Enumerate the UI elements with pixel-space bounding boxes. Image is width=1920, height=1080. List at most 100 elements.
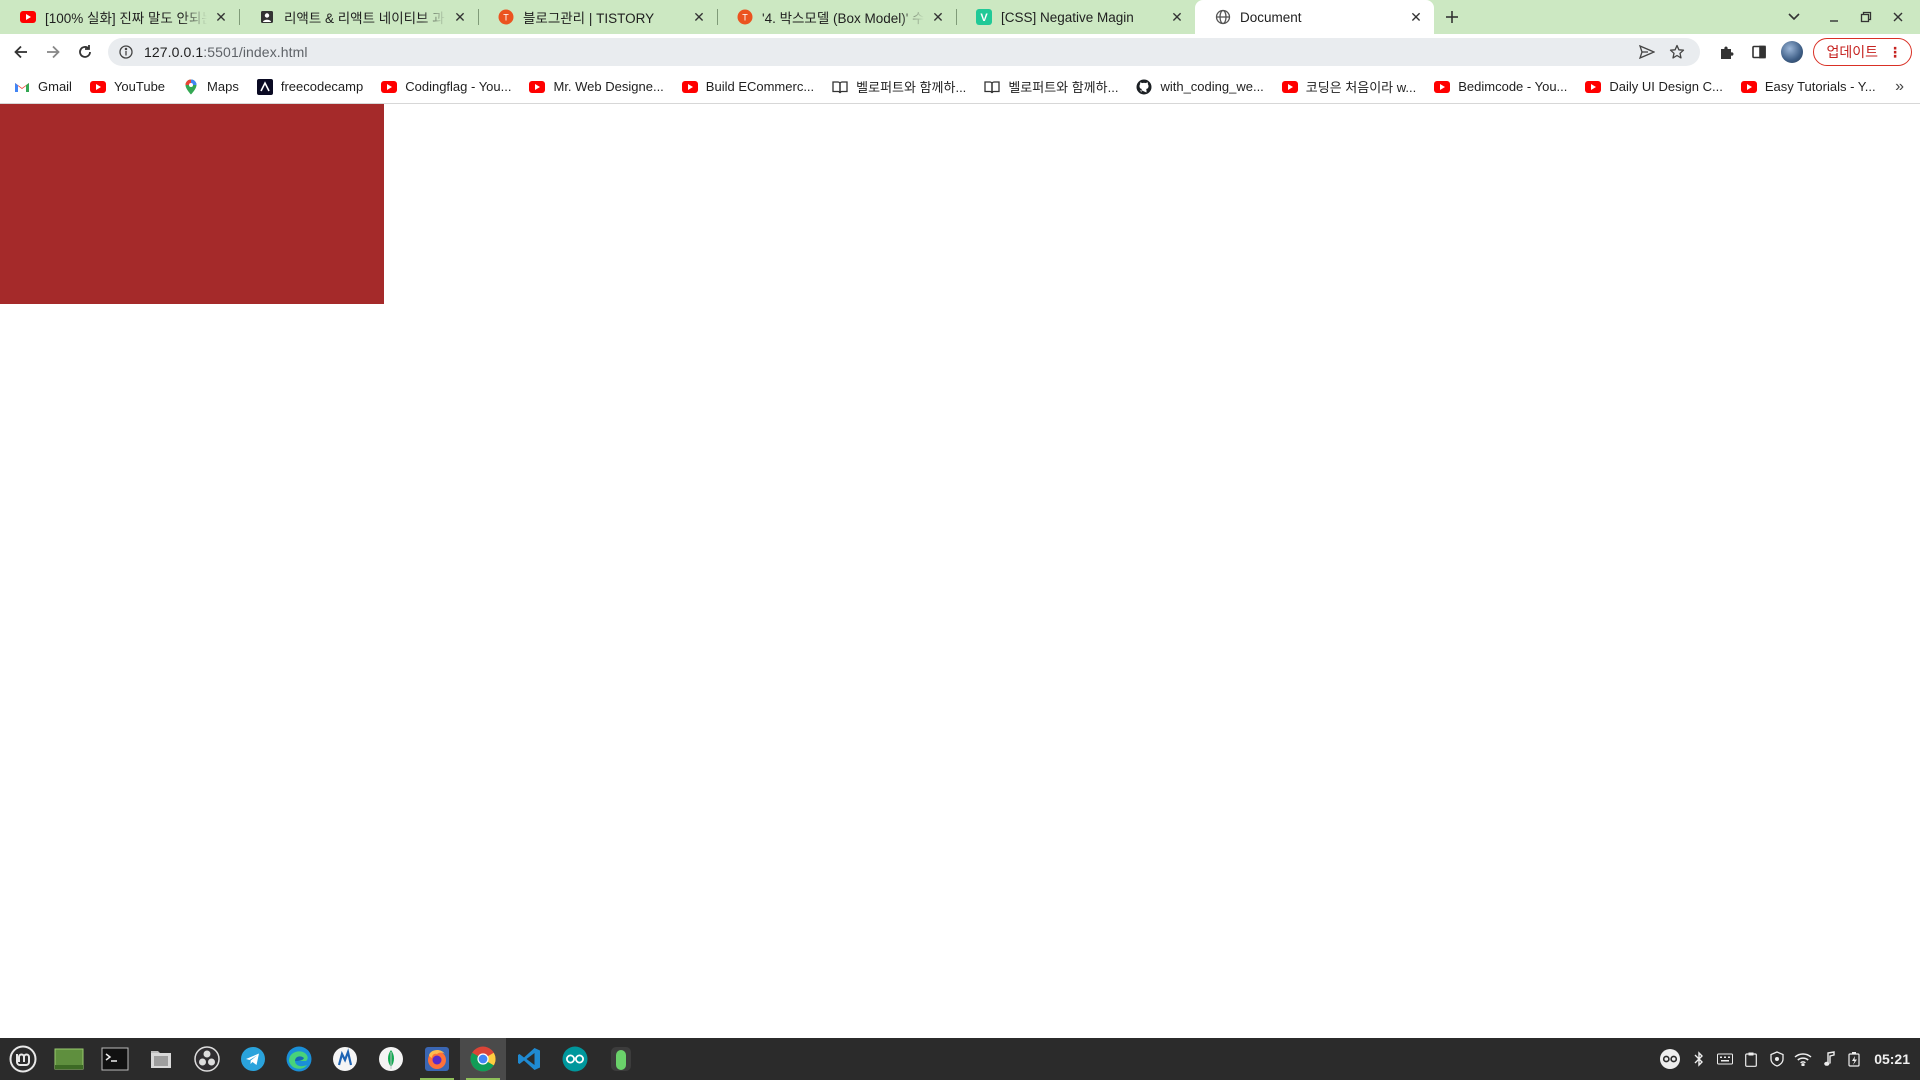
- bookmark-daily-ui-design[interactable]: Daily UI Design C...: [1583, 74, 1730, 100]
- tray-bluetooth[interactable]: [1686, 1038, 1712, 1080]
- tab-0[interactable]: [100% 실화] 진짜 말도 안되는 인 ✕: [0, 0, 239, 34]
- window-close-button[interactable]: [1882, 0, 1914, 34]
- tabs: [100% 실화] 진짜 말도 안되는 인 ✕ 리액트 & 리액트 네이티브 과…: [0, 0, 1434, 34]
- side-panel-icon: [1752, 45, 1767, 59]
- taskbar-mypaint[interactable]: [322, 1038, 368, 1080]
- browser-toolbar: 127.0.0.1:5501/index.html 업데이트 ⋮: [0, 34, 1920, 70]
- tab-title: [100% 실화] 진짜 말도 안되는 인: [45, 11, 207, 26]
- tray-arduino[interactable]: [1654, 1038, 1686, 1080]
- tab-1[interactable]: 리액트 & 리액트 네이티브 과정 § ✕: [239, 0, 478, 34]
- forward-button[interactable]: [37, 36, 69, 68]
- github-icon: [1136, 79, 1152, 95]
- side-panel-button[interactable]: [1743, 36, 1775, 68]
- velog-icon: V: [976, 9, 992, 25]
- close-icon[interactable]: ✕: [930, 9, 946, 25]
- taskbar-vscode[interactable]: [506, 1038, 552, 1080]
- bookmark-star-button[interactable]: [1662, 38, 1692, 66]
- bookmark-coding-first[interactable]: 코딩은 처음이라 w...: [1280, 74, 1424, 100]
- telegram-icon: [241, 1047, 265, 1071]
- youtube-icon: [1434, 79, 1451, 95]
- tray-battery[interactable]: [1842, 1038, 1868, 1080]
- back-button[interactable]: [5, 36, 37, 68]
- taskbar-android[interactable]: [598, 1038, 644, 1080]
- bookmark-with-coding-we[interactable]: with_coding_we...: [1134, 74, 1271, 100]
- red-box: [0, 104, 384, 304]
- page-viewport: [0, 104, 1920, 1038]
- shield-icon: [1770, 1051, 1784, 1067]
- address-bar[interactable]: 127.0.0.1:5501/index.html: [108, 38, 1700, 66]
- start-menu-button[interactable]: [0, 1038, 46, 1080]
- taskbar-chrome[interactable]: [460, 1038, 506, 1080]
- bookmark-freecodecamp[interactable]: freecodecamp: [255, 74, 371, 100]
- tistory-icon: T: [737, 9, 753, 25]
- tab-title: Document: [1240, 9, 1302, 25]
- close-icon[interactable]: ✕: [213, 9, 229, 25]
- obs-icon: [194, 1046, 220, 1072]
- taskbar-files[interactable]: [138, 1038, 184, 1080]
- bookmark-velopert-2[interactable]: 벨로퍼트와 함께하...: [982, 74, 1126, 100]
- taskbar-mongodb[interactable]: [368, 1038, 414, 1080]
- taskbar-show-desktop[interactable]: [46, 1038, 92, 1080]
- tab-2[interactable]: T 블로그관리 | TISTORY ✕: [478, 0, 717, 34]
- update-label: 업데이트: [1826, 44, 1878, 60]
- tray-clipboard[interactable]: [1738, 1038, 1764, 1080]
- bookmark-bedimcode[interactable]: Bedimcode - You...: [1432, 74, 1575, 100]
- taskbar-arduino[interactable]: [552, 1038, 598, 1080]
- bookmarks-overflow-button[interactable]: »: [1895, 74, 1904, 100]
- arrow-right-icon: [47, 45, 60, 59]
- youtube-icon: [529, 79, 546, 95]
- minimize-button[interactable]: [1818, 0, 1850, 34]
- bookmarks-bar: Gmail YouTube Maps freecodecamp Codingfl…: [0, 70, 1920, 104]
- bookmark-maps[interactable]: Maps: [181, 74, 247, 100]
- url-text[interactable]: 127.0.0.1:5501/index.html: [144, 44, 1632, 60]
- send-tab-button[interactable]: [1632, 38, 1662, 66]
- bookmark-label: Codingflag - You...: [405, 79, 512, 94]
- terminal-icon: [101, 1047, 129, 1071]
- edge-icon: [286, 1046, 312, 1072]
- close-icon[interactable]: ✕: [1169, 9, 1185, 25]
- folder-icon: [151, 1051, 171, 1068]
- youtube-icon: [681, 79, 698, 95]
- svg-text:T: T: [503, 13, 509, 23]
- close-icon[interactable]: ✕: [691, 9, 707, 25]
- book-icon: [832, 79, 848, 95]
- close-icon[interactable]: ✕: [452, 9, 468, 25]
- url-host: 127.0.0.1: [144, 44, 204, 60]
- reload-button[interactable]: [69, 36, 101, 68]
- tray-shield[interactable]: [1764, 1038, 1790, 1080]
- bookmark-label: Easy Tutorials - Y...: [1764, 79, 1876, 94]
- bookmark-build-ecommerce[interactable]: Build ECommerc...: [680, 74, 822, 100]
- taskbar-telegram[interactable]: [230, 1038, 276, 1080]
- taskbar-terminal[interactable]: [92, 1038, 138, 1080]
- bookmark-easy-tutorials[interactable]: Easy Tutorials - Y...: [1739, 74, 1884, 100]
- taskbar-clock[interactable]: 05:21: [1874, 1051, 1910, 1067]
- tray-wifi[interactable]: [1790, 1038, 1816, 1080]
- update-button[interactable]: 업데이트 ⋮: [1813, 38, 1912, 66]
- android-icon: [611, 1047, 631, 1071]
- avatar[interactable]: [1781, 41, 1804, 63]
- plus-icon: [1446, 11, 1458, 23]
- taskbar-obs[interactable]: [184, 1038, 230, 1080]
- bookmark-gmail[interactable]: Gmail: [12, 74, 80, 100]
- close-icon: [1893, 12, 1903, 22]
- tab-5[interactable]: Document ✕: [1195, 0, 1434, 34]
- bookmark-codingflag[interactable]: Codingflag - You...: [379, 74, 519, 100]
- tray-sound[interactable]: [1816, 1038, 1842, 1080]
- extensions-button[interactable]: [1711, 36, 1743, 68]
- close-icon[interactable]: ✕: [1408, 9, 1424, 25]
- bookmark-velopert-1[interactable]: 벨로퍼트와 함께하...: [830, 74, 974, 100]
- tray-keyboard[interactable]: [1712, 1038, 1738, 1080]
- youtube-icon: [20, 9, 36, 25]
- new-tab-button[interactable]: [1434, 0, 1470, 34]
- tab-search-button[interactable]: [1778, 0, 1810, 34]
- taskbar-firefox[interactable]: [414, 1038, 460, 1080]
- tab-strip: [100% 실화] 진짜 말도 안되는 인 ✕ 리액트 & 리액트 네이티브 과…: [0, 0, 1920, 34]
- tab-3[interactable]: T '4. 박스모델 (Box Model)' 수정형 ✕: [717, 0, 956, 34]
- taskbar-edge[interactable]: [276, 1038, 322, 1080]
- tab-4[interactable]: V [CSS] Negative Magin ✕: [956, 0, 1195, 34]
- restore-button[interactable]: [1850, 0, 1882, 34]
- os-taskbar: 05:21: [0, 1038, 1920, 1080]
- bookmark-youtube[interactable]: YouTube: [88, 74, 173, 100]
- bookmark-mr-web-designer[interactable]: Mr. Web Designe...: [527, 74, 671, 100]
- site-info-icon[interactable]: [118, 44, 134, 60]
